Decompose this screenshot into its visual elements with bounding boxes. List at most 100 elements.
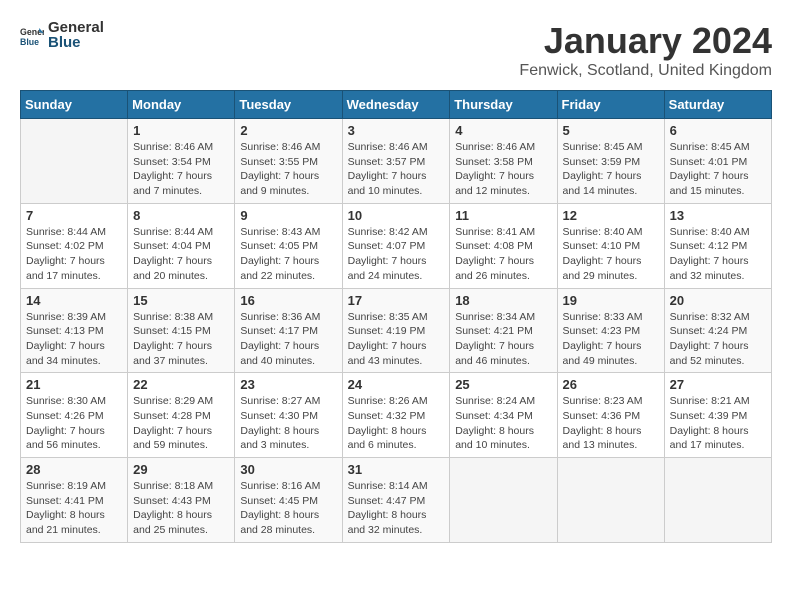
- calendar-week-row: 1 Sunrise: 8:46 AMSunset: 3:54 PMDaylight…: [21, 119, 772, 204]
- day-number: 25: [455, 377, 551, 392]
- day-info: Sunrise: 8:45 AMSunset: 4:01 PMDaylight:…: [670, 140, 766, 199]
- calendar-cell: 3 Sunrise: 8:46 AMSunset: 3:57 PMDaylight…: [342, 119, 450, 204]
- day-number: 13: [670, 208, 766, 223]
- calendar-cell: 1 Sunrise: 8:46 AMSunset: 3:54 PMDaylight…: [128, 119, 235, 204]
- calendar-cell: [21, 119, 128, 204]
- day-number: 12: [563, 208, 659, 223]
- calendar-week-row: 28Sunrise: 8:19 AMSunset: 4:41 PMDayligh…: [21, 458, 772, 543]
- day-number: 7: [26, 208, 122, 223]
- day-number: 2: [240, 123, 336, 138]
- calendar-cell: 2Sunrise: 8:46 AMSunset: 3:55 PMDaylight…: [235, 119, 342, 204]
- day-number: 19: [563, 293, 659, 308]
- day-number: 23: [240, 377, 336, 392]
- day-number: 30: [240, 462, 336, 477]
- logo: General Blue General Blue: [20, 20, 104, 51]
- day-number: 14: [26, 293, 122, 308]
- calendar-title: January 2024: [519, 20, 772, 62]
- day-info: Sunrise: 8:46 AMSunset: 3:58 PMDaylight:…: [455, 140, 551, 199]
- day-info: Sunrise: 8:34 AMSunset: 4:21 PMDaylight:…: [455, 310, 551, 369]
- day-info: Sunrise: 8:36 AMSunset: 4:17 PMDaylight:…: [240, 310, 336, 369]
- day-info: Sunrise: 8:40 AMSunset: 4:10 PMDaylight:…: [563, 225, 659, 284]
- calendar-week-row: 14 Sunrise: 8:39 AMSunset: 4:13 PMDayligh…: [21, 288, 772, 373]
- calendar-cell: 17Sunrise: 8:35 AMSunset: 4:19 PMDayligh…: [342, 288, 450, 373]
- weekday-header-tuesday: Tuesday: [235, 91, 342, 119]
- calendar-header: SundayMondayTuesdayWednesdayThursdayFrid…: [21, 91, 772, 119]
- day-number: 5: [563, 123, 659, 138]
- day-info: Sunrise: 8:39 AMSunset: 4:13 PMDaylight:…: [26, 310, 122, 369]
- logo-icon: General Blue: [20, 24, 44, 48]
- calendar-cell: 14 Sunrise: 8:39 AMSunset: 4:13 PMDayligh…: [21, 288, 128, 373]
- calendar-cell: [450, 458, 557, 543]
- calendar-cell: 31 Sunrise: 8:14 AMSunset: 4:47 PMDayligh…: [342, 458, 450, 543]
- day-number: 24: [348, 377, 445, 392]
- day-info: Sunrise: 8:30 AMSunset: 4:26 PMDaylight:…: [26, 394, 122, 453]
- calendar-week-row: 7 Sunrise: 8:44 AMSunset: 4:02 PMDaylight…: [21, 203, 772, 288]
- day-number: 31: [348, 462, 445, 477]
- day-number: 1: [133, 123, 229, 138]
- calendar-cell: 6 Sunrise: 8:45 AMSunset: 4:01 PMDaylight…: [664, 119, 771, 204]
- calendar-cell: 18 Sunrise: 8:34 AMSunset: 4:21 PMDayligh…: [450, 288, 557, 373]
- day-info: Sunrise: 8:35 AMSunset: 4:19 PMDaylight:…: [348, 310, 445, 369]
- day-info: Sunrise: 8:14 AMSunset: 4:47 PMDaylight:…: [348, 479, 445, 538]
- weekday-header-saturday: Saturday: [664, 91, 771, 119]
- svg-text:Blue: Blue: [20, 36, 39, 46]
- day-info: Sunrise: 8:33 AMSunset: 4:23 PMDaylight:…: [563, 310, 659, 369]
- calendar-cell: 8 Sunrise: 8:44 AMSunset: 4:04 PMDaylight…: [128, 203, 235, 288]
- day-info: Sunrise: 8:24 AMSunset: 4:34 PMDaylight:…: [455, 394, 551, 453]
- calendar-cell: 26 Sunrise: 8:23 AMSunset: 4:36 PMDayligh…: [557, 373, 664, 458]
- calendar-body: 1 Sunrise: 8:46 AMSunset: 3:54 PMDaylight…: [21, 119, 772, 543]
- calendar-cell: 29Sunrise: 8:18 AMSunset: 4:43 PMDayligh…: [128, 458, 235, 543]
- calendar-cell: 28Sunrise: 8:19 AMSunset: 4:41 PMDayligh…: [21, 458, 128, 543]
- weekday-header-row: SundayMondayTuesdayWednesdayThursdayFrid…: [21, 91, 772, 119]
- calendar-cell: 19 Sunrise: 8:33 AMSunset: 4:23 PMDayligh…: [557, 288, 664, 373]
- day-info: Sunrise: 8:23 AMSunset: 4:36 PMDaylight:…: [563, 394, 659, 453]
- day-number: 27: [670, 377, 766, 392]
- calendar-cell: 9Sunrise: 8:43 AMSunset: 4:05 PMDaylight…: [235, 203, 342, 288]
- day-number: 3: [348, 123, 445, 138]
- day-number: 26: [563, 377, 659, 392]
- day-info: Sunrise: 8:26 AMSunset: 4:32 PMDaylight:…: [348, 394, 445, 453]
- day-number: 29: [133, 462, 229, 477]
- weekday-header-sunday: Sunday: [21, 91, 128, 119]
- day-info: Sunrise: 8:27 AMSunset: 4:30 PMDaylight:…: [240, 394, 336, 453]
- day-info: Sunrise: 8:29 AMSunset: 4:28 PMDaylight:…: [133, 394, 229, 453]
- weekday-header-monday: Monday: [128, 91, 235, 119]
- day-number: 10: [348, 208, 445, 223]
- day-number: 4: [455, 123, 551, 138]
- calendar-cell: 7 Sunrise: 8:44 AMSunset: 4:02 PMDaylight…: [21, 203, 128, 288]
- calendar-week-row: 21 Sunrise: 8:30 AMSunset: 4:26 PMDayligh…: [21, 373, 772, 458]
- calendar-cell: 30 Sunrise: 8:16 AMSunset: 4:45 PMDayligh…: [235, 458, 342, 543]
- logo-blue-text: Blue: [48, 35, 104, 52]
- day-info: Sunrise: 8:21 AMSunset: 4:39 PMDaylight:…: [670, 394, 766, 453]
- calendar-cell: 5Sunrise: 8:45 AMSunset: 3:59 PMDaylight…: [557, 119, 664, 204]
- day-number: 18: [455, 293, 551, 308]
- day-info: Sunrise: 8:46 AMSunset: 3:54 PMDaylight:…: [133, 140, 229, 199]
- calendar-cell: 23 Sunrise: 8:27 AMSunset: 4:30 PMDayligh…: [235, 373, 342, 458]
- calendar-cell: 15Sunrise: 8:38 AMSunset: 4:15 PMDayligh…: [128, 288, 235, 373]
- day-number: 8: [133, 208, 229, 223]
- page-header: General Blue General Blue January 2024 F…: [20, 20, 772, 80]
- day-info: Sunrise: 8:44 AMSunset: 4:04 PMDaylight:…: [133, 225, 229, 284]
- calendar-cell: 25 Sunrise: 8:24 AMSunset: 4:34 PMDayligh…: [450, 373, 557, 458]
- day-info: Sunrise: 8:40 AMSunset: 4:12 PMDaylight:…: [670, 225, 766, 284]
- day-info: Sunrise: 8:16 AMSunset: 4:45 PMDaylight:…: [240, 479, 336, 538]
- calendar-cell: [557, 458, 664, 543]
- day-number: 16: [240, 293, 336, 308]
- day-info: Sunrise: 8:42 AMSunset: 4:07 PMDaylight:…: [348, 225, 445, 284]
- calendar-cell: 10 Sunrise: 8:42 AMSunset: 4:07 PMDayligh…: [342, 203, 450, 288]
- day-info: Sunrise: 8:46 AMSunset: 3:57 PMDaylight:…: [348, 140, 445, 199]
- calendar-cell: 13 Sunrise: 8:40 AMSunset: 4:12 PMDayligh…: [664, 203, 771, 288]
- day-number: 6: [670, 123, 766, 138]
- calendar-cell: 21 Sunrise: 8:30 AMSunset: 4:26 PMDayligh…: [21, 373, 128, 458]
- title-area: January 2024 Fenwick, Scotland, United K…: [519, 20, 772, 80]
- calendar-cell: 16 Sunrise: 8:36 AMSunset: 4:17 PMDayligh…: [235, 288, 342, 373]
- day-info: Sunrise: 8:38 AMSunset: 4:15 PMDaylight:…: [133, 310, 229, 369]
- weekday-header-thursday: Thursday: [450, 91, 557, 119]
- day-info: Sunrise: 8:44 AMSunset: 4:02 PMDaylight:…: [26, 225, 122, 284]
- day-number: 11: [455, 208, 551, 223]
- calendar-cell: 22Sunrise: 8:29 AMSunset: 4:28 PMDayligh…: [128, 373, 235, 458]
- calendar-cell: 24 Sunrise: 8:26 AMSunset: 4:32 PMDayligh…: [342, 373, 450, 458]
- day-number: 21: [26, 377, 122, 392]
- calendar-cell: 12 Sunrise: 8:40 AMSunset: 4:10 PMDayligh…: [557, 203, 664, 288]
- calendar-cell: [664, 458, 771, 543]
